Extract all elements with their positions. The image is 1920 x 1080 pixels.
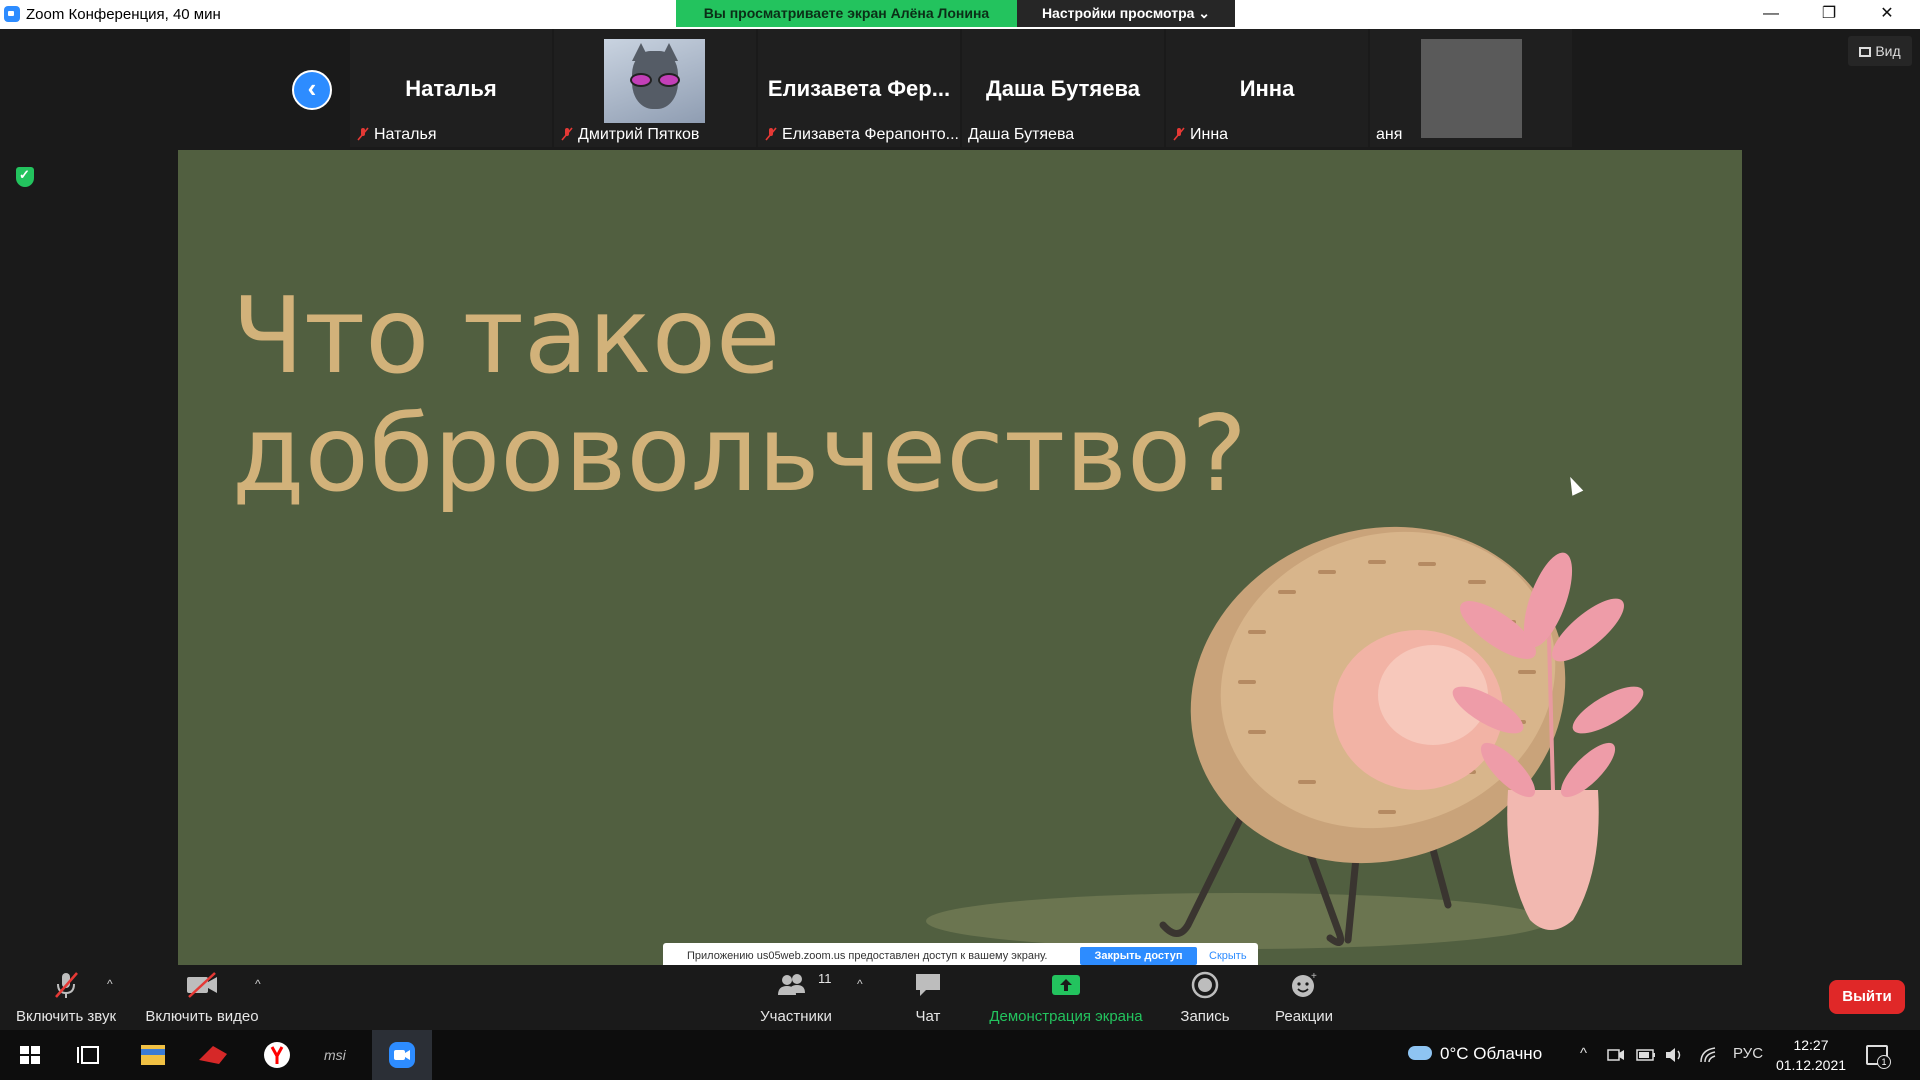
reactions-label: Реакции — [1275, 1008, 1333, 1025]
notification-count: 1 — [1877, 1055, 1891, 1069]
muted-mic-icon — [1173, 127, 1185, 141]
windows-taskbar: msi 0°C Облачно ^ РУС 12:27 01.12.2021 1 — [0, 1030, 1920, 1080]
input-language-indicator[interactable]: РУС — [1733, 1045, 1763, 1062]
previous-page-button[interactable]: ‹ — [292, 70, 332, 110]
participant-tile[interactable]: Дмитрий Пятков — [554, 29, 756, 147]
clock-date: 01.12.2021 — [1775, 1057, 1847, 1073]
dragon-center-icon[interactable] — [183, 1030, 243, 1080]
toast-message: Приложению us05web.zoom.us предоставлен … — [687, 950, 1048, 962]
participant-name-label: Елизавета Ферапонто... — [782, 126, 959, 143]
video-options-caret[interactable]: ^ — [255, 977, 261, 991]
chair-and-plant-illustration — [926, 526, 1644, 949]
zoom-taskbar-icon[interactable] — [372, 1030, 432, 1080]
file-explorer-icon[interactable] — [123, 1030, 183, 1080]
screen-access-toast: Приложению us05web.zoom.us предоставлен … — [663, 943, 1258, 965]
participant-tile[interactable]: аня — [1370, 29, 1572, 147]
participant-display-name: Елизавета Фер... — [767, 76, 951, 101]
muted-mic-icon — [765, 127, 777, 141]
grid-icon — [1859, 47, 1872, 57]
record-label: Запись — [1180, 1008, 1230, 1025]
muted-mic-icon — [357, 127, 369, 141]
minimize-button[interactable]: — — [1742, 0, 1800, 29]
reactions-button[interactable]: + Реакции — [1268, 965, 1340, 1030]
reactions-emoji-icon: + — [1292, 971, 1317, 997]
weather-widget[interactable]: 0°C Облачно — [1408, 1044, 1542, 1064]
security-shield-icon[interactable] — [16, 167, 34, 187]
participant-name-label: аня — [1376, 126, 1403, 143]
hide-toast-link[interactable]: Скрыть — [1209, 950, 1247, 962]
window-titlebar: Zoom Конференция, 40 мин Вы просматривае… — [0, 0, 1920, 29]
participants-options-caret[interactable]: ^ — [857, 977, 863, 991]
leave-meeting-button[interactable]: Выйти — [1829, 980, 1905, 1014]
participant-display-name: Инна — [1239, 76, 1295, 101]
svg-text:+: + — [1311, 971, 1317, 982]
close-button[interactable]: ✕ — [1858, 0, 1916, 29]
participant-display-name: Наталья — [405, 76, 497, 101]
unmute-label: Включить звук — [15, 1008, 117, 1025]
chat-label: Чат — [915, 1008, 941, 1025]
participants-icon — [778, 974, 805, 995]
screen-share-banner: Вы просматриваете экран Алёна Лонина — [676, 0, 1017, 27]
wifi-icon[interactable] — [1699, 1046, 1717, 1064]
participant-video — [1421, 39, 1522, 138]
participant-name-label: Даша Бутяева — [968, 126, 1075, 143]
cloud-icon — [1408, 1046, 1432, 1060]
meet-now-icon[interactable] — [1607, 1047, 1625, 1063]
participant-display-name: Даша Бутяева — [986, 76, 1140, 101]
svg-text:msi: msi — [324, 1047, 347, 1063]
participant-tile[interactable]: Инна Инна — [1166, 29, 1368, 147]
participant-tile[interactable]: Елизавета Фер... Елизавета Ферапонто... — [758, 29, 960, 147]
restore-button[interactable]: ❐ — [1800, 0, 1858, 29]
system-clock[interactable]: 12:27 01.12.2021 — [1772, 1035, 1850, 1075]
windows-start-icon[interactable] — [0, 1030, 60, 1080]
volume-icon[interactable] — [1664, 1046, 1684, 1064]
participant-tile[interactable]: Наталья Наталья — [350, 29, 552, 147]
participant-tile[interactable]: Даша Бутяева Даша Бутяева — [962, 29, 1164, 147]
stop-access-button[interactable]: Закрыть доступ — [1080, 947, 1197, 965]
view-layout-button[interactable]: Вид — [1848, 36, 1912, 66]
show-hidden-icons-caret[interactable]: ^ — [1580, 1045, 1587, 1062]
battery-icon[interactable] — [1636, 1048, 1656, 1062]
muted-mic-icon — [55, 972, 78, 998]
participant-name-label: Дмитрий Пятков — [578, 126, 700, 143]
participant-name-label: Наталья — [374, 126, 437, 143]
zoom-app-icon — [4, 6, 20, 22]
record-icon — [1191, 971, 1219, 999]
shared-screen-slide: Что такое добровольчество? — [178, 150, 1742, 965]
muted-mic-icon — [561, 127, 573, 141]
unmute-button[interactable]: Включить звук — [6, 965, 126, 1030]
msi-app-icon[interactable]: msi — [310, 1030, 370, 1080]
chat-icon — [916, 974, 940, 996]
start-video-label: Включить видео — [145, 1008, 259, 1025]
participants-label: Участники — [760, 1008, 832, 1025]
record-button[interactable]: Запись — [1170, 965, 1240, 1030]
window-title: Zoom Конференция, 40 мин — [26, 6, 221, 23]
audio-options-caret[interactable]: ^ — [107, 977, 113, 991]
video-off-icon — [187, 972, 217, 998]
participants-button[interactable]: 11 Участники — [752, 965, 840, 1030]
notifications-icon[interactable]: 1 — [1866, 1045, 1891, 1069]
share-screen-label: Демонстрация экрана — [989, 1008, 1143, 1025]
chat-button[interactable]: Чат — [896, 965, 960, 1030]
meeting-toolbar: Включить звук ^ Включить видео ^ 11 Учас… — [0, 965, 1920, 1030]
start-video-button[interactable]: Включить видео — [140, 965, 264, 1030]
clock-time: 12:27 — [1793, 1037, 1829, 1053]
participant-name-label: Инна — [1190, 126, 1229, 143]
participants-count: 11 — [818, 971, 832, 986]
task-view-icon[interactable] — [60, 1030, 120, 1080]
yandex-browser-icon[interactable] — [247, 1030, 307, 1080]
share-screen-button[interactable]: Демонстрация экрана — [985, 965, 1147, 1030]
view-options-dropdown[interactable]: Настройки просмотра ⌄ — [1017, 0, 1235, 27]
cat-avatar-image — [604, 39, 705, 123]
share-screen-icon — [1052, 975, 1080, 995]
participant-strip — [0, 29, 1920, 149]
